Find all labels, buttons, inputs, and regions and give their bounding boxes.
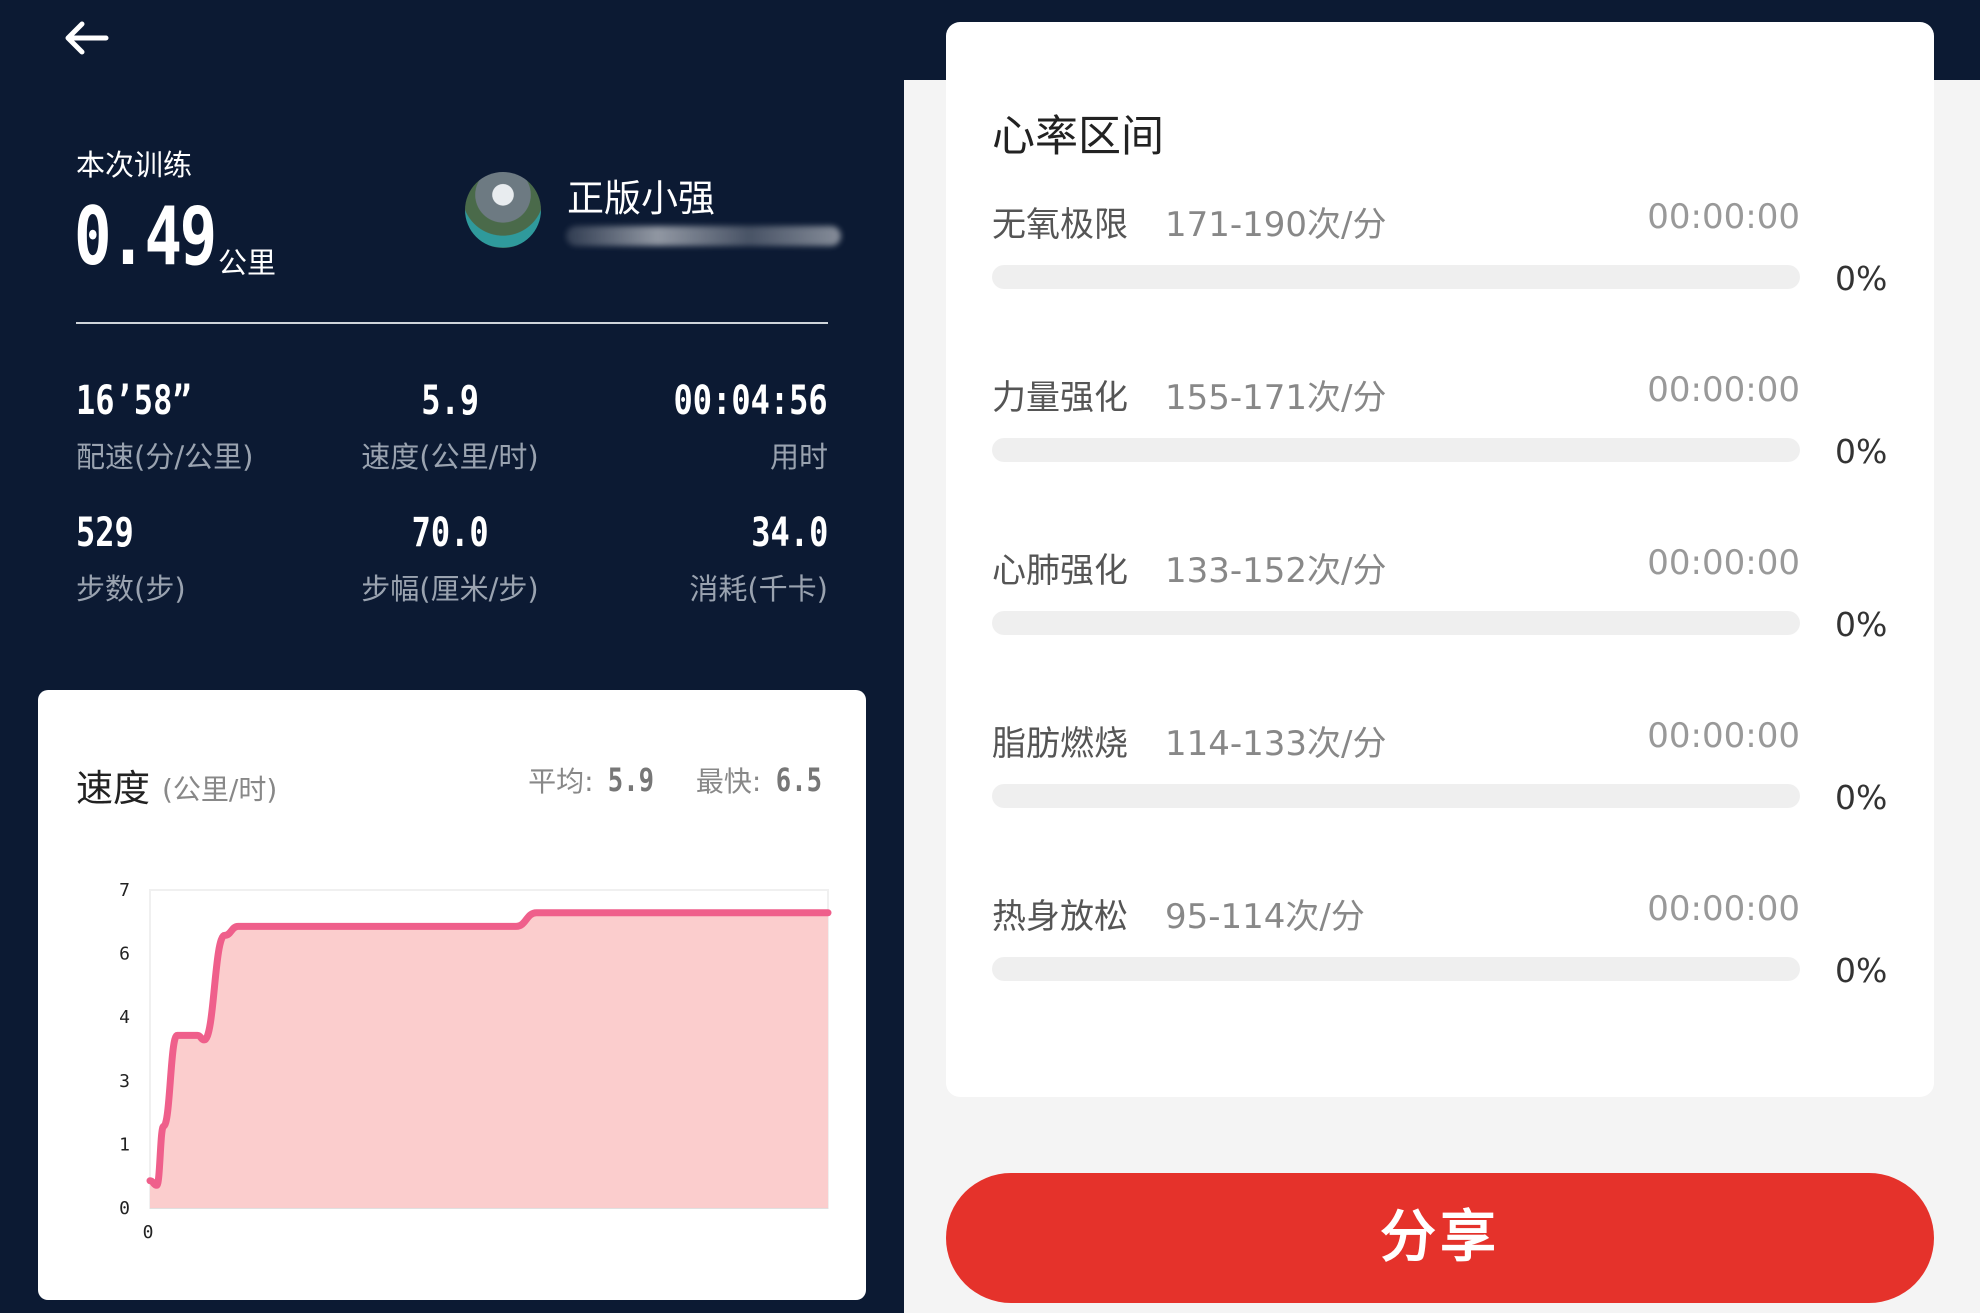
speed-chart: 0 1 3 4 6 7 0: [119, 880, 832, 1243]
stat-speed: 5.9 速度(公里/时): [330, 378, 570, 476]
stat-value: 34.0: [750, 510, 828, 556]
zone-range: 95-114次/分: [1165, 897, 1365, 937]
zone-name: 力量强化: [992, 378, 1128, 418]
zone-progress-track: [992, 611, 1800, 635]
back-button[interactable]: [62, 16, 112, 60]
zone-progress-track: [992, 784, 1800, 808]
zone-time: 00:00:00: [1647, 889, 1800, 929]
zone-percent: 0%: [1835, 605, 1888, 644]
speed-area: [150, 912, 828, 1208]
stat-steps: 529 步数(步): [76, 510, 186, 608]
zone-percent: 0%: [1835, 259, 1888, 298]
stat-label: 配速(分/公里): [76, 440, 254, 474]
stat-value: 70.0: [411, 510, 489, 556]
heart-rate-zone: 心肺强化 133-152次/分 00:00:00 0%: [992, 543, 1902, 653]
zone-percent: 0%: [1835, 778, 1888, 817]
workout-summary-panel: 本次训练 0.49 公里 正版小强 16’58” 配速(分/公里) 5.9 速度…: [0, 0, 904, 1313]
speed-unit: (公里/时): [162, 773, 278, 806]
heart-rate-zone: 无氧极限 171-190次/分 00:00:00 0%: [992, 197, 1902, 307]
y-tick-label: 3: [119, 1071, 130, 1092]
stat-label: 用时: [769, 440, 828, 474]
zone-time: 00:00:00: [1647, 543, 1800, 583]
zone-range: 114-133次/分: [1165, 724, 1387, 764]
heart-rate-zone: 力量强化 155-171次/分 00:00:00 0%: [992, 370, 1902, 480]
zone-percent: 0%: [1835, 432, 1888, 471]
zone-range: 133-152次/分: [1165, 551, 1387, 591]
y-tick-label: 4: [119, 1007, 130, 1028]
max-label: 最快:: [695, 765, 762, 798]
share-button[interactable]: 分享: [946, 1173, 1934, 1303]
distance-value: 0.49: [74, 190, 217, 283]
zone-time: 00:00:00: [1647, 716, 1800, 756]
stat-value: 00:04:56: [673, 378, 828, 424]
heart-rate-title: 心率区间: [992, 112, 1164, 162]
y-tick-label: 7: [119, 880, 130, 901]
stat-duration: 00:04:56 用时: [635, 378, 828, 476]
username: 正版小强: [567, 177, 715, 220]
y-tick-label: 0: [119, 1198, 130, 1219]
zone-range: 155-171次/分: [1165, 378, 1387, 418]
stat-calories: 34.0 消耗(千卡): [689, 510, 828, 608]
stat-value: 5.9: [421, 378, 479, 424]
divider: [76, 322, 828, 324]
max-value: 6.5: [775, 761, 823, 799]
y-tick-label: 6: [119, 944, 130, 965]
user-id-blurred: [566, 226, 841, 246]
stat-label: 步数(步): [76, 572, 186, 606]
zone-name: 脂肪燃烧: [992, 724, 1128, 764]
stat-pace: 16’58” 配速(分/公里): [76, 378, 253, 476]
avg-value: 5.9: [608, 761, 655, 799]
heart-rate-card: 心率区间 无氧极限 171-190次/分 00:00:00 0% 力量强化 155-171…: [946, 22, 1934, 1097]
stat-label: 速度(公里/时): [361, 440, 539, 474]
zone-progress-track: [992, 265, 1800, 289]
speed-title: 速度: [76, 767, 150, 810]
stat-value: 529: [76, 510, 134, 556]
zone-percent: 0%: [1835, 951, 1888, 990]
stat-label: 步幅(厘米/步): [361, 572, 539, 606]
zone-name: 无氧极限: [992, 205, 1128, 245]
zone-time: 00:00:00: [1647, 370, 1800, 410]
avatar[interactable]: [465, 172, 541, 248]
stat-label: 消耗(千卡): [689, 572, 828, 606]
heart-rate-zone: 脂肪燃烧 114-133次/分 00:00:00 0%: [992, 716, 1902, 826]
heart-rate-zone: 热身放松 95-114次/分 00:00:00 0%: [992, 889, 1902, 999]
zone-name: 心肺强化: [992, 551, 1128, 591]
y-tick-label: 1: [119, 1134, 130, 1155]
zone-time: 00:00:00: [1647, 197, 1800, 237]
stat-stride: 70.0 步幅(厘米/步): [330, 510, 570, 608]
speed-summary: 平均: 5.9 最快: 6.5: [528, 760, 828, 800]
zone-name: 热身放松: [992, 897, 1128, 937]
avg-label: 平均:: [528, 765, 594, 798]
x-tick-label: 0: [143, 1222, 154, 1243]
distance-unit: 公里: [218, 246, 277, 280]
zone-progress-track: [992, 957, 1800, 981]
back-arrow-icon: [65, 21, 109, 55]
speed-card: 速度 (公里/时) 平均: 5.9 最快: 6.5 0 1 3 4 6 7 0: [38, 690, 866, 1300]
zone-progress-track: [992, 438, 1800, 462]
zone-range: 171-190次/分: [1165, 205, 1387, 245]
stat-value: 16’58”: [76, 378, 192, 424]
training-label: 本次训练: [76, 148, 193, 182]
distance-display: 0.49 公里: [74, 190, 276, 283]
